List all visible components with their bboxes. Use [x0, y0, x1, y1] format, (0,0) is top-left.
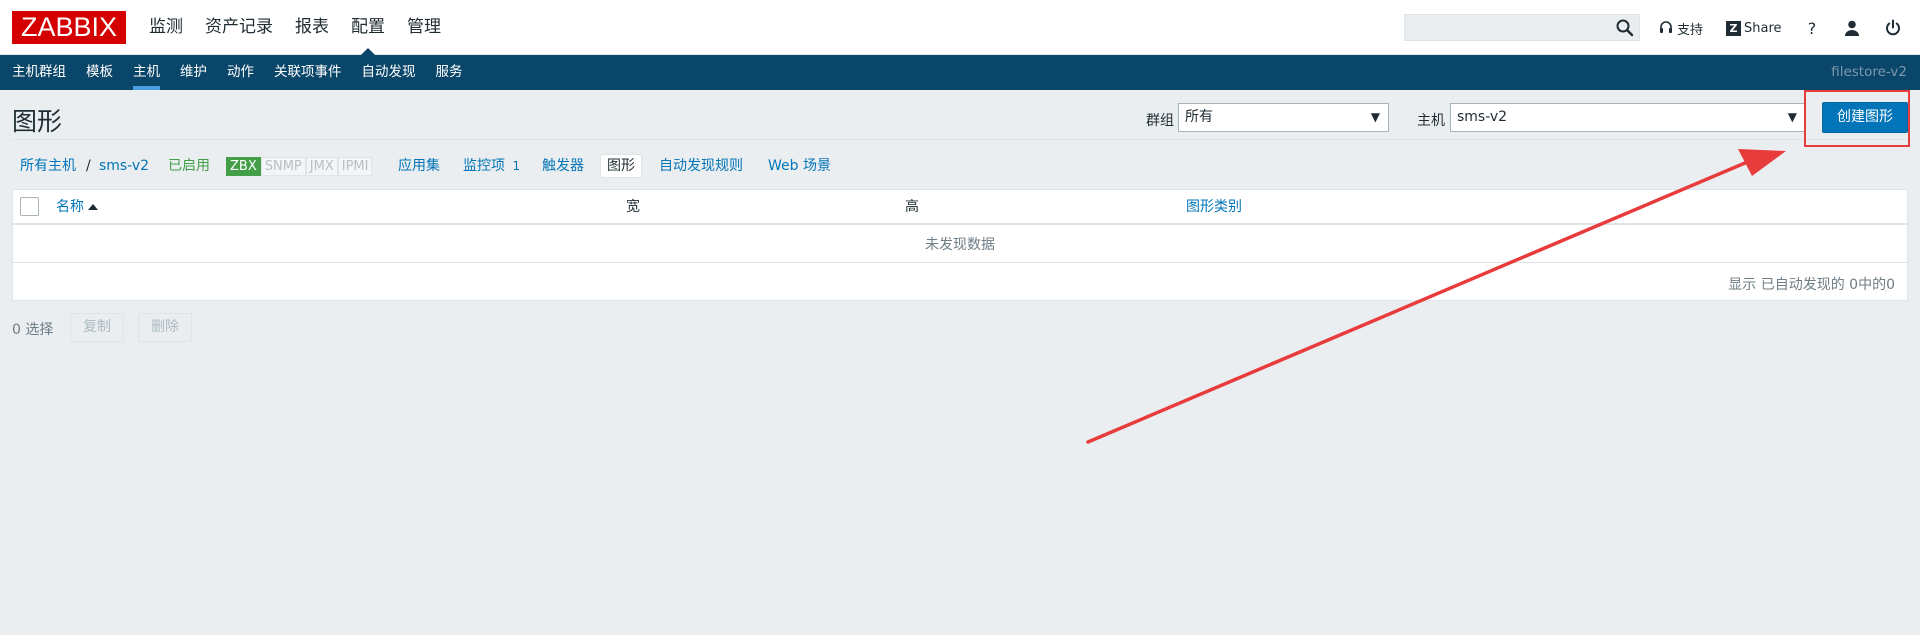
help-icon[interactable]: ?	[1800, 16, 1824, 40]
dropdown-arrow-icon: ▼	[1787, 110, 1797, 124]
host-status-enabled[interactable]: 已启用	[168, 152, 210, 180]
graphs-table: 名称 宽 高 图形类别 未发现数据 显示 已自动发现的 0中的0	[12, 189, 1908, 301]
breadcrumb-all-hosts[interactable]: 所有主机	[20, 152, 76, 180]
support-label: 支持	[1677, 22, 1704, 38]
sub-menu-hosts[interactable]: 主机	[123, 55, 170, 90]
sub-menu-services[interactable]: 服务	[426, 55, 473, 90]
page-title: 图形	[12, 107, 63, 136]
title-divider	[12, 139, 1908, 140]
column-width: 宽	[626, 199, 640, 215]
breadcrumb-host[interactable]: sms-v2	[99, 152, 149, 180]
tab-triggers[interactable]: 触发器	[542, 152, 584, 180]
availability-indicators: ZBX SNMP JMX IPMI	[226, 157, 373, 176]
sub-menu-host-groups[interactable]: 主机群组	[2, 55, 76, 90]
tab-discovery-rules[interactable]: 自动发现规则	[659, 152, 743, 180]
sub-menu-actions[interactable]: 动作	[217, 55, 264, 90]
share-label: Share	[1744, 20, 1782, 36]
sub-menu-maintenance[interactable]: 维护	[170, 55, 217, 90]
copy-button[interactable]: 复制	[70, 313, 124, 342]
column-height: 高	[905, 199, 919, 215]
logo-text: ZABBIX	[20, 12, 118, 42]
main-menu-configuration[interactable]: 配置	[340, 0, 396, 56]
support-link[interactable]: 支持	[1658, 17, 1703, 39]
group-select-value: 所有	[1185, 109, 1213, 125]
selected-count: 0 选择	[12, 322, 54, 338]
availability-zbx: ZBX	[226, 157, 261, 176]
annotation-arrow	[1086, 149, 1786, 444]
search-input[interactable]	[1404, 14, 1640, 41]
server-name: filestore-v2	[1831, 64, 1907, 80]
column-name[interactable]: 名称	[56, 190, 98, 225]
table-stats: 显示 已自动发现的 0中的0	[1728, 277, 1895, 293]
main-menu-inventory[interactable]: 资产记录	[194, 0, 284, 55]
tab-items[interactable]: 监控项 1	[463, 152, 520, 180]
availability-snmp: SNMP	[260, 157, 306, 176]
main-menu-monitoring[interactable]: 监测	[138, 0, 194, 55]
column-name-label: 名称	[56, 199, 84, 215]
top-header: ZABBIX 监测 资产记录 报表 配置 管理 支持 Z Share ?	[0, 0, 1920, 56]
main-menu-reports[interactable]: 报表	[284, 0, 340, 55]
headset-icon	[1658, 20, 1674, 36]
breadcrumb-separator: /	[86, 158, 91, 174]
host-select-value: sms-v2	[1457, 109, 1508, 125]
delete-button[interactable]: 删除	[138, 313, 192, 342]
search-icon[interactable]	[1614, 17, 1636, 39]
create-graph-button[interactable]: 创建图形	[1822, 102, 1908, 133]
sort-asc-icon	[88, 204, 98, 210]
main-menu-administration[interactable]: 管理	[396, 0, 452, 55]
tab-graphs[interactable]: 图形	[600, 154, 642, 178]
select-all-checkbox[interactable]	[20, 197, 39, 216]
sub-menu-bar: 主机群组 模板 主机 维护 动作 关联项事件 自动发现 服务 filestore…	[0, 55, 1920, 90]
power-icon[interactable]	[1881, 16, 1905, 40]
dropdown-arrow-icon: ▼	[1370, 110, 1380, 124]
column-graph-type[interactable]: 图形类别	[1186, 190, 1242, 225]
sub-menu-templates[interactable]: 模板	[76, 55, 123, 90]
sub-menu: 主机群组 模板 主机 维护 动作 关联项事件 自动发现 服务	[2, 55, 473, 90]
tab-applications[interactable]: 应用集	[398, 152, 440, 180]
tab-web-scenarios[interactable]: Web 场景	[768, 152, 831, 180]
availability-jmx: JMX	[305, 157, 338, 176]
group-filter-label: 群组	[1146, 113, 1174, 129]
share-link[interactable]: Z Share	[1726, 17, 1782, 39]
share-z-icon: Z	[1726, 20, 1741, 36]
group-select[interactable]: 所有 ▼	[1178, 103, 1389, 132]
table-header: 名称 宽 高 图形类别	[13, 190, 1907, 225]
tab-items-count: 1	[512, 159, 521, 173]
zabbix-logo[interactable]: ZABBIX	[12, 11, 126, 44]
tab-items-label: 监控项	[463, 158, 505, 174]
availability-ipmi: IPMI	[337, 157, 373, 176]
main-menu: 监测 资产记录 报表 配置 管理	[138, 0, 452, 56]
user-profile-icon[interactable]	[1840, 16, 1864, 40]
empty-message: 未发现数据	[13, 227, 1907, 263]
host-filter-label: 主机	[1417, 113, 1445, 129]
host-select[interactable]: sms-v2 ▼	[1450, 103, 1806, 132]
sub-menu-correlation[interactable]: 关联项事件	[264, 55, 352, 90]
sub-menu-discovery[interactable]: 自动发现	[352, 55, 426, 90]
